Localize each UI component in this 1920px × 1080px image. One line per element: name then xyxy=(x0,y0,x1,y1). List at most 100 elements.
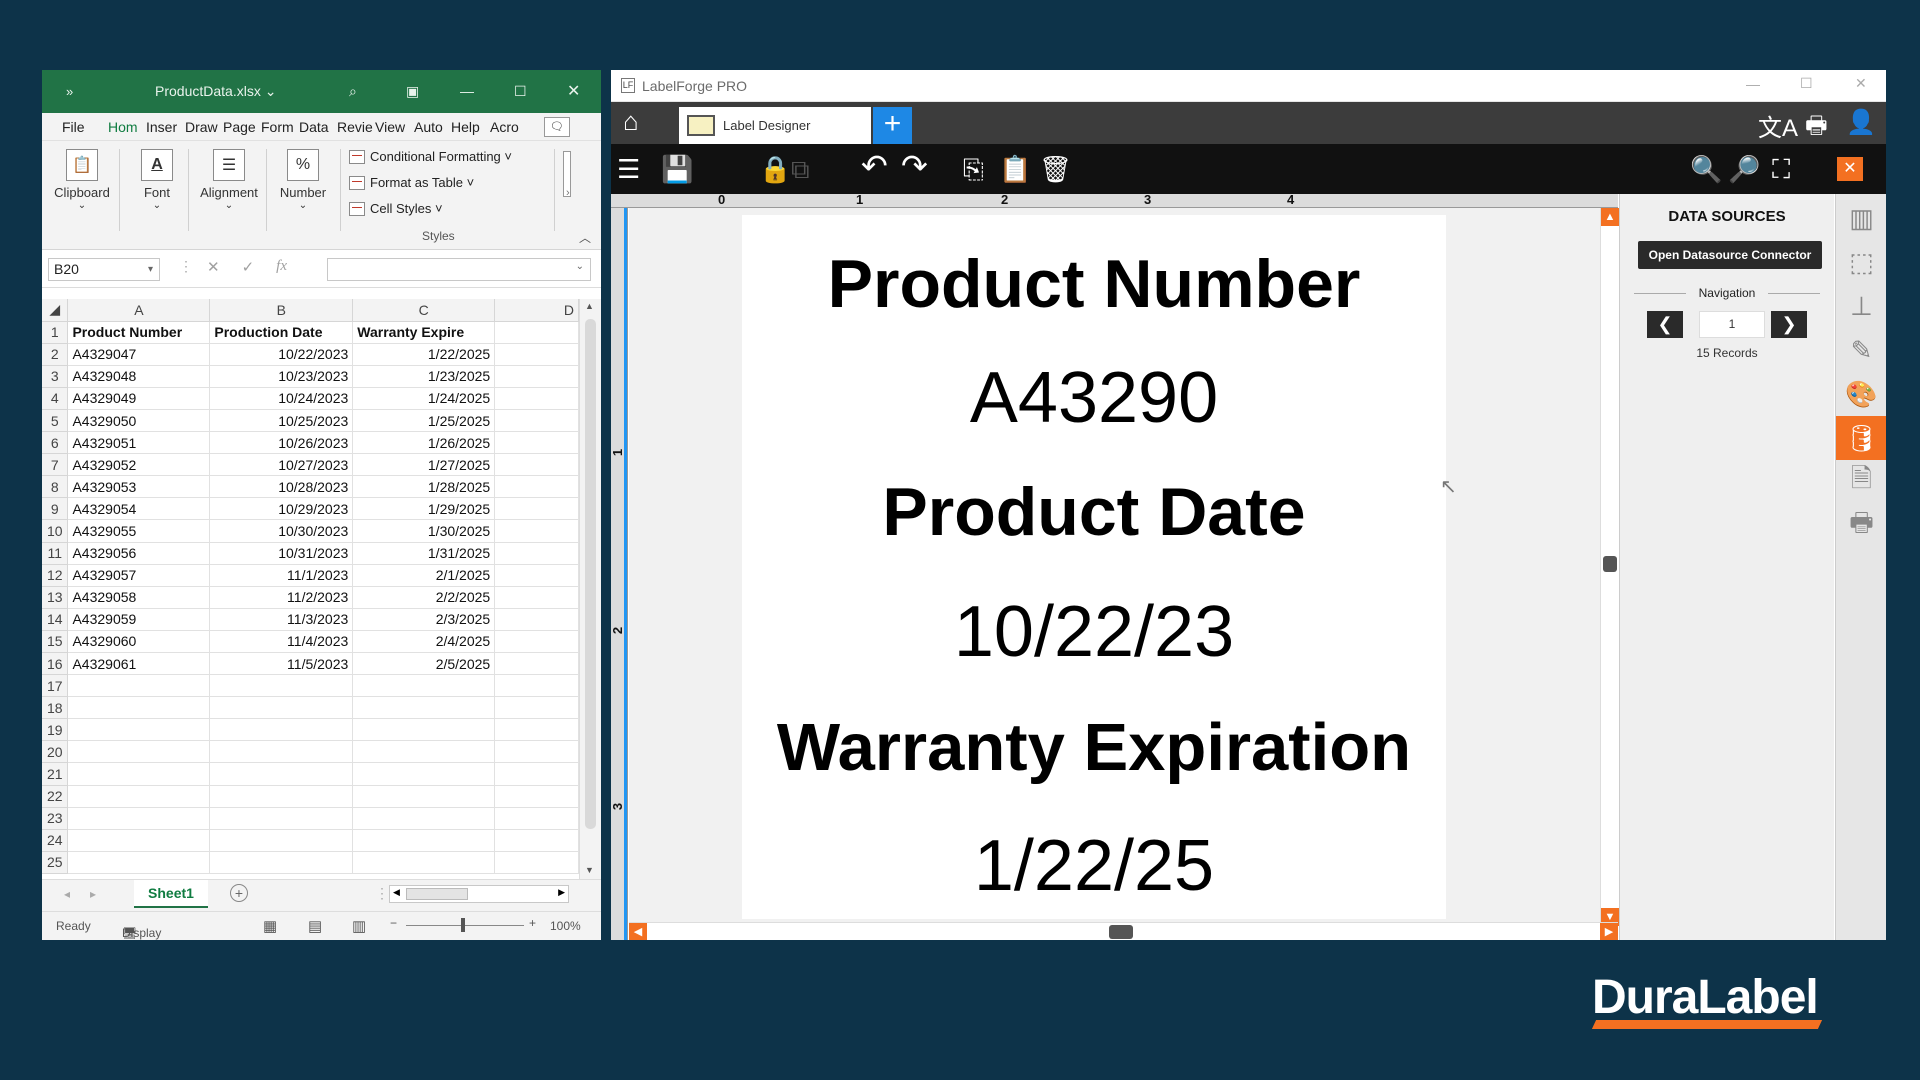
scroll-down-icon[interactable]: ▼ xyxy=(585,865,594,875)
zoom-slider-track[interactable] xyxy=(406,925,524,926)
name-box[interactable]: B20 ▾ xyxy=(48,258,160,281)
cell[interactable]: 11/2/2023 xyxy=(209,586,354,609)
row-header[interactable]: 18 xyxy=(42,696,69,720)
scroll-left-icon[interactable]: ◀ xyxy=(629,923,647,940)
cell[interactable] xyxy=(494,785,579,808)
cell[interactable] xyxy=(352,851,496,874)
open-datasource-connector-button[interactable]: Open Datasource Connector xyxy=(1638,241,1822,269)
menu-file[interactable]: File xyxy=(62,113,85,141)
zoom-in-icon[interactable]: 🔎 xyxy=(1728,153,1760,185)
cell[interactable]: 10/28/2023 xyxy=(209,475,354,499)
cell[interactable] xyxy=(352,762,496,786)
column-header-c[interactable]: C xyxy=(352,299,496,322)
cell[interactable] xyxy=(209,718,354,742)
cell[interactable] xyxy=(67,762,211,786)
menu-formulas[interactable]: Form xyxy=(261,113,294,141)
cell[interactable]: 1/30/2025 xyxy=(352,519,496,543)
cell[interactable] xyxy=(67,696,211,720)
menu-view[interactable]: View xyxy=(375,113,405,141)
cell[interactable]: 1/22/2025 xyxy=(352,343,496,366)
column-header-d[interactable]: D xyxy=(494,299,579,322)
normal-view-icon[interactable]: ▦ xyxy=(263,917,277,935)
barcode-tool-icon[interactable]: ▥ xyxy=(1836,196,1886,240)
alignment-group[interactable]: ☰ Alignment ⌄ xyxy=(194,149,264,211)
menu-insert[interactable]: Inser xyxy=(146,113,177,141)
minimize-icon[interactable]: — xyxy=(1746,76,1760,92)
row-header[interactable]: 8 xyxy=(42,475,69,499)
row-header[interactable]: 11 xyxy=(42,542,69,565)
sheet-tab-sheet1[interactable]: Sheet1 xyxy=(134,880,208,908)
add-tab-button[interactable]: + xyxy=(873,107,912,144)
cell[interactable] xyxy=(494,431,579,455)
minimize-icon[interactable]: — xyxy=(460,70,474,113)
cell[interactable] xyxy=(494,497,579,521)
cell[interactable]: A4329053 xyxy=(67,475,211,499)
scrollbar-thumb[interactable] xyxy=(585,319,596,829)
cell[interactable]: 1/25/2025 xyxy=(352,409,496,433)
data-sources-tool-icon[interactable]: 🛢 xyxy=(1836,416,1886,460)
lock-icon[interactable]: 🔒 xyxy=(759,153,791,185)
cell[interactable]: 2/3/2025 xyxy=(352,608,496,631)
menu-home[interactable]: Hom xyxy=(108,113,138,143)
zoom-slider-thumb[interactable] xyxy=(461,918,465,932)
cell[interactable] xyxy=(352,718,496,742)
cell[interactable] xyxy=(352,674,496,698)
cell[interactable] xyxy=(494,696,579,720)
cell[interactable] xyxy=(352,740,496,764)
delete-icon[interactable]: 🗑 xyxy=(1039,153,1072,185)
cell[interactable] xyxy=(494,718,579,742)
row-header[interactable]: 21 xyxy=(42,762,69,786)
row-header[interactable]: 9 xyxy=(42,497,69,521)
cell[interactable] xyxy=(67,740,211,764)
cell[interactable] xyxy=(494,409,579,433)
vertical-scrollbar[interactable]: ▲ ▼ xyxy=(579,299,601,879)
quick-access-chevron-icon[interactable]: » xyxy=(66,70,73,113)
fit-to-window-icon[interactable]: ⛶ xyxy=(1772,153,1790,185)
confirm-icon[interactable]: ✓ xyxy=(242,258,255,276)
row-header[interactable]: 19 xyxy=(42,718,69,742)
cell[interactable] xyxy=(494,475,579,499)
cell[interactable] xyxy=(494,740,579,764)
row-header[interactable]: 14 xyxy=(42,608,69,631)
row-header[interactable]: 15 xyxy=(42,630,69,654)
product-date-value[interactable]: 10/22/23 xyxy=(742,591,1446,673)
product-number-value[interactable]: A43290 xyxy=(742,357,1446,439)
cell[interactable] xyxy=(494,365,579,388)
row-header[interactable]: 1 xyxy=(42,321,69,344)
row-header[interactable]: 5 xyxy=(42,409,69,433)
next-record-button[interactable]: ❯ xyxy=(1771,311,1807,338)
horizontal-scrollbar[interactable]: ◀ ▶ xyxy=(389,885,569,903)
printer-icon[interactable]: 🖶 xyxy=(1805,108,1828,149)
column-header-b[interactable]: B xyxy=(209,299,354,322)
clipboard-group[interactable]: 📋 Clipboard ⌄ xyxy=(50,149,114,211)
row-header[interactable]: 16 xyxy=(42,652,69,676)
undo-icon[interactable]: ↶ xyxy=(861,150,888,182)
row-header[interactable]: 6 xyxy=(42,431,69,455)
cell-styles-button[interactable]: Cell Styles ˅ xyxy=(349,201,443,216)
cell[interactable]: 10/25/2023 xyxy=(209,409,354,433)
canvas-vertical-scrollbar[interactable]: ▲ ▼ xyxy=(1600,208,1619,926)
scrollbar-thumb[interactable] xyxy=(406,888,468,900)
cell[interactable] xyxy=(494,564,579,587)
menu-automate[interactable]: Auto xyxy=(414,113,443,141)
product-number-heading[interactable]: Product Number xyxy=(742,245,1446,323)
number-group[interactable]: % Number ⌄ xyxy=(272,149,334,211)
row-header[interactable]: 20 xyxy=(42,740,69,764)
cell[interactable] xyxy=(494,453,579,477)
row-header[interactable]: 3 xyxy=(42,365,69,388)
cell[interactable]: 10/22/2023 xyxy=(209,343,354,366)
cell[interactable]: A4329060 xyxy=(67,630,211,654)
paste-icon[interactable]: 📋 xyxy=(999,153,1031,185)
close-panel-icon[interactable]: ✕ xyxy=(1837,157,1863,181)
cell[interactable] xyxy=(494,343,579,366)
cell[interactable] xyxy=(494,542,579,565)
cell[interactable] xyxy=(209,740,354,764)
cell[interactable] xyxy=(494,652,579,676)
scroll-right-icon[interactable]: ▶ xyxy=(558,887,565,898)
cell[interactable]: A4329048 xyxy=(67,365,211,388)
select-all-corner[interactable]: ◢ xyxy=(42,299,69,322)
cell[interactable] xyxy=(494,851,579,874)
cell[interactable] xyxy=(67,718,211,742)
menu-review[interactable]: Revie xyxy=(337,113,373,141)
cell[interactable]: A4329057 xyxy=(67,564,211,587)
